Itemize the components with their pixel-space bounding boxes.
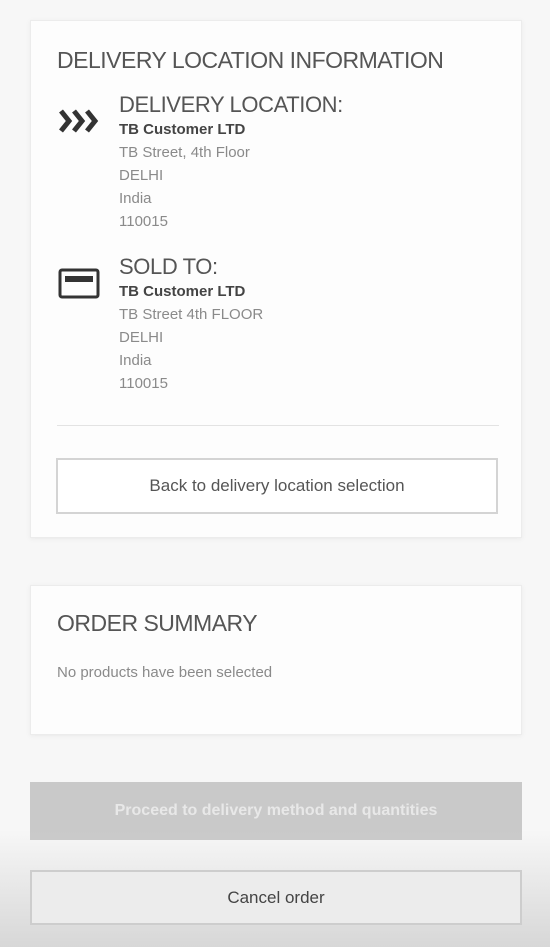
order-summary-title: ORDER SUMMARY xyxy=(57,610,258,636)
sold-to-address-street: TB Street 4th FLOOR xyxy=(119,306,264,323)
delivery-address-street: TB Street, 4th Floor xyxy=(119,144,250,161)
delivery-address-city: DELHI xyxy=(119,167,164,184)
back-to-delivery-selection-button[interactable]: Back to delivery location selection xyxy=(56,458,498,514)
checkout-page: DELIVERY LOCATION INFORMATION DELIVERY L… xyxy=(0,0,550,947)
delivery-info-title: DELIVERY LOCATION INFORMATION xyxy=(57,47,444,73)
delivery-address: DELIVERY LOCATION: TB Customer LTD TB St… xyxy=(119,91,343,233)
delivery-location-heading: DELIVERY LOCATION: xyxy=(119,92,343,117)
sold-to-address: SOLD TO: TB Customer LTD TB Street 4th F… xyxy=(119,253,263,395)
sold-to-customer-name: TB Customer LTD xyxy=(119,283,246,300)
delivery-address-country: India xyxy=(119,190,152,207)
delivery-location-card: DELIVERY LOCATION INFORMATION DELIVERY L… xyxy=(30,20,522,538)
delivery-customer-name: TB Customer LTD xyxy=(119,121,246,138)
order-summary-card: ORDER SUMMARY No products have been sele… xyxy=(30,585,522,735)
cancel-order-button[interactable]: Cancel order xyxy=(30,870,522,925)
sold-to-address-city: DELHI xyxy=(119,329,164,346)
divider xyxy=(57,425,499,426)
chevrons-right-icon xyxy=(57,103,103,139)
sold-to-address-country: India xyxy=(119,352,152,369)
sold-to-heading: SOLD TO: xyxy=(119,254,218,279)
sold-to-address-postcode: 110015 xyxy=(119,375,168,392)
order-summary-empty-message: No products have been selected xyxy=(57,664,273,681)
credit-card-icon xyxy=(57,265,103,301)
delivery-address-postcode: 110015 xyxy=(119,213,168,230)
